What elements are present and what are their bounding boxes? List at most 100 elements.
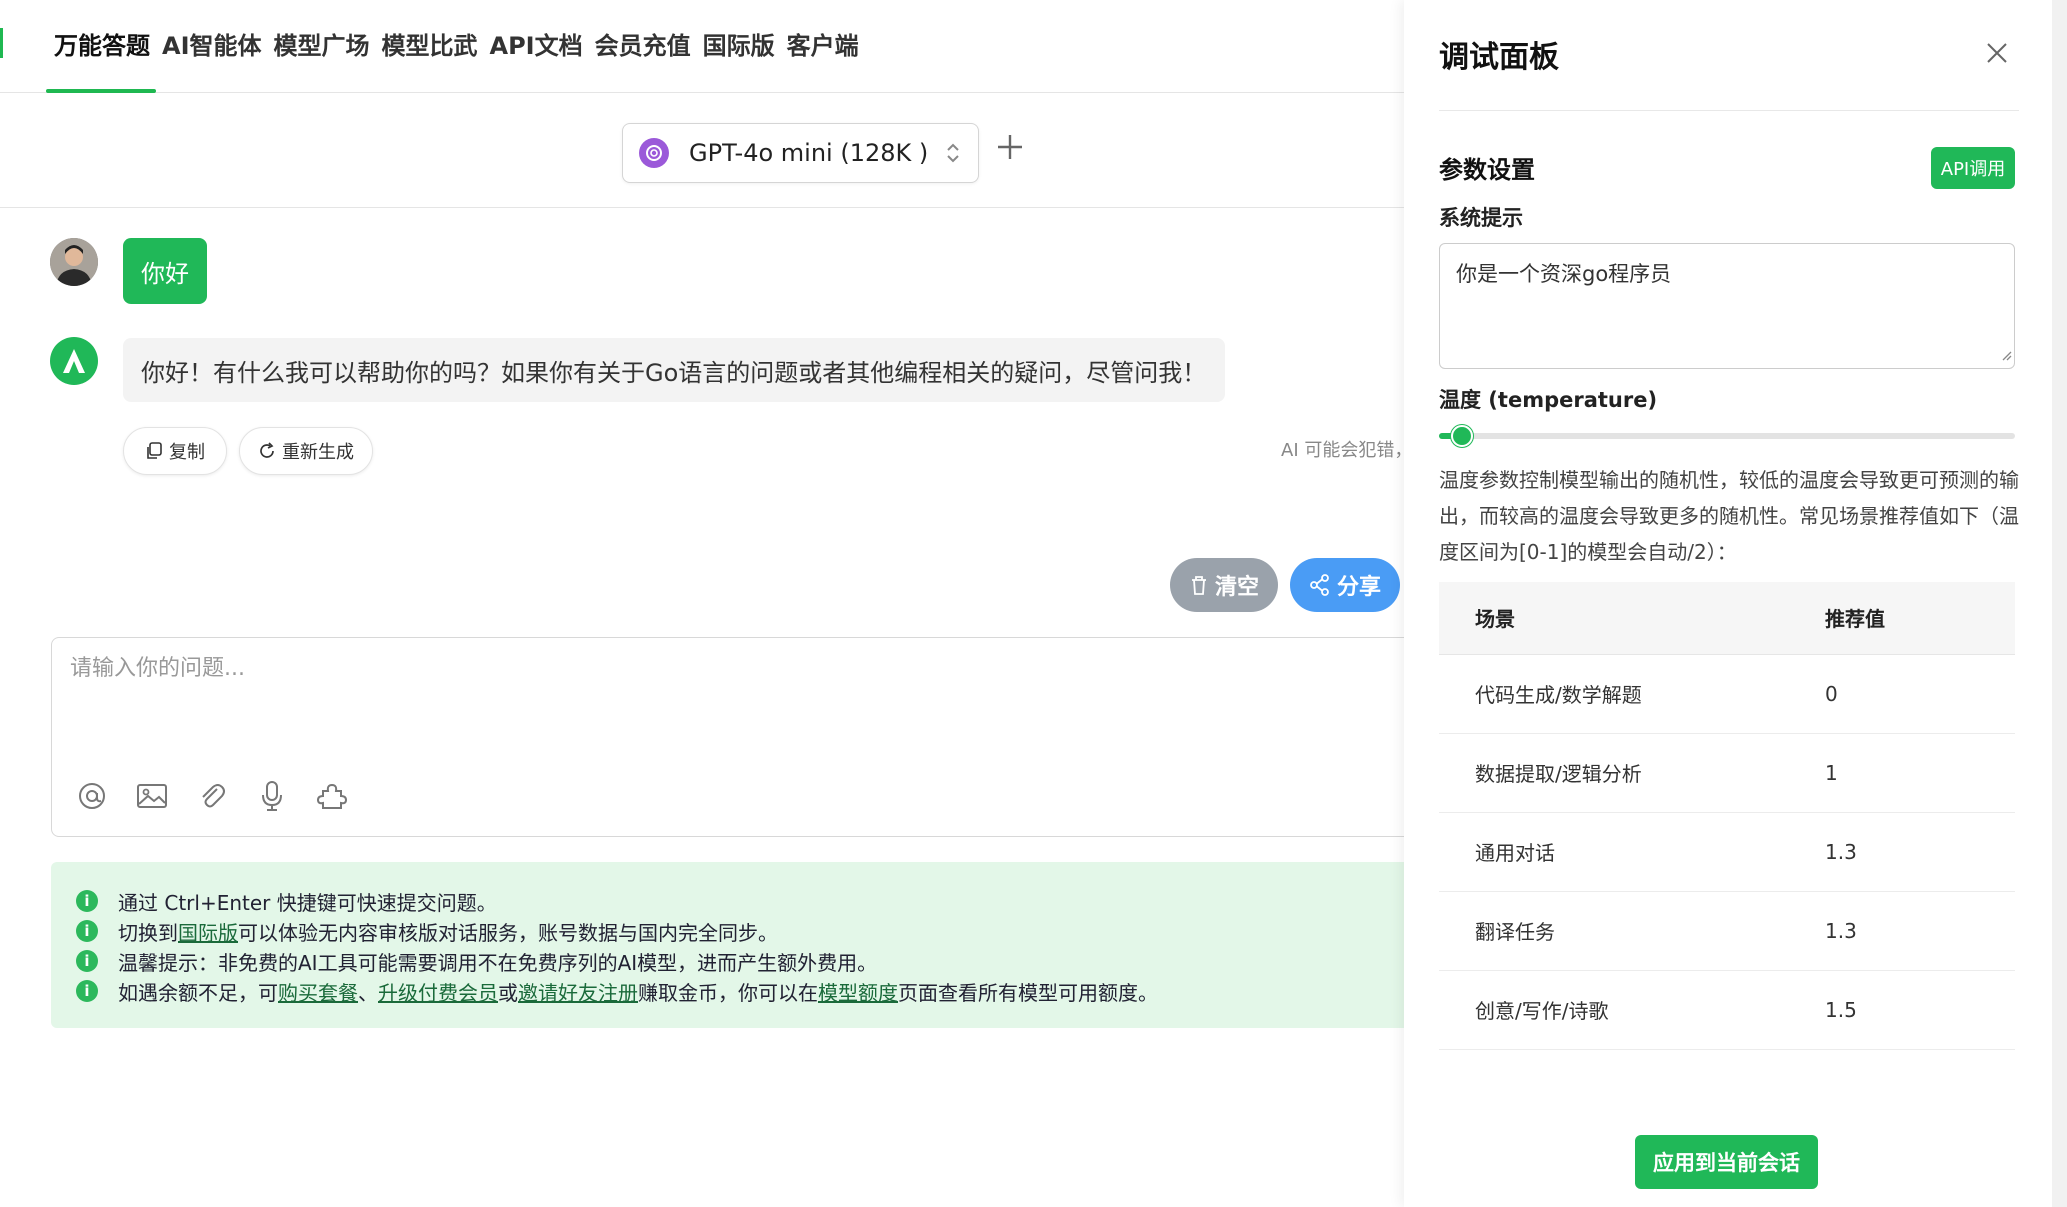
close-icon[interactable] — [1982, 38, 2012, 68]
temperature-slider[interactable] — [1439, 425, 2015, 447]
scene-cell: 翻译任务 — [1439, 891, 1825, 971]
info-icon: i — [76, 950, 98, 972]
value-cell: 1 — [1825, 733, 2015, 813]
tip-text: 如遇余额不足，可 — [118, 980, 278, 1005]
international-link[interactable]: 国际版 — [178, 917, 238, 946]
column-header-value: 推荐值 — [1825, 582, 2015, 655]
tip-cost-warning: i 温馨提示：非免费的AI工具可能需要调用不在免费序列的AI模型，进而产生额外费… — [76, 946, 1411, 976]
table-row: 创意/写作/诗歌 1.5 — [1439, 970, 2015, 1050]
brand-mark — [0, 28, 3, 58]
system-prompt-value: 你是一个资深go程序员 — [1456, 262, 1672, 286]
tab-model-square[interactable]: 模型广场 — [268, 26, 376, 66]
value-cell: 1.5 — [1825, 970, 2015, 1050]
plugin-icon[interactable] — [314, 778, 350, 814]
slider-thumb[interactable] — [1451, 425, 1473, 447]
recommendation-table: 场景 推荐值 代码生成/数学解题 0 数据提取/逻辑分析 1 通用对话 1.3 — [1439, 582, 2015, 1050]
clear-button[interactable]: 清空 — [1170, 558, 1278, 612]
buy-package-link[interactable]: 购买套餐 — [278, 977, 358, 1006]
model-name: GPT-4o mini (128K ) — [689, 139, 929, 167]
assistant-message: 你好！有什么我可以帮助你的吗？如果你有关于Go语言的问题或者其他编程相关的疑问，… — [123, 338, 1225, 402]
copy-button[interactable]: 复制 — [123, 427, 227, 475]
ai-warning-text: AI 可能会犯错， — [1281, 440, 1404, 461]
tab-international[interactable]: 国际版 — [697, 26, 781, 66]
copy-icon — [147, 442, 162, 459]
add-model-button[interactable] — [992, 129, 1028, 165]
clear-label: 清空 — [1214, 575, 1259, 600]
input-toolbar — [74, 778, 374, 814]
page-scrollbar[interactable] — [2052, 0, 2067, 1207]
scene-cell: 创意/写作/诗歌 — [1439, 970, 1825, 1050]
tip-shortcut: i 通过 Ctrl+Enter 快捷键可快速提交问题。 — [76, 886, 1411, 916]
share-button[interactable]: 分享 — [1290, 558, 1400, 612]
tab-api-docs[interactable]: API文档 — [484, 26, 589, 66]
model-select[interactable]: GPT-4o mini (128K ) — [622, 123, 979, 183]
regenerate-label: 重新生成 — [282, 442, 354, 463]
share-label: 分享 — [1336, 575, 1381, 600]
temperature-label: 温度 (temperature) — [1439, 388, 1658, 412]
regenerate-button[interactable]: 重新生成 — [239, 427, 373, 475]
user-message: 你好 — [123, 238, 207, 304]
nav-tabs: 万能答题 AI智能体 模型广场 模型比武 API文档 会员充值 国际版 客户端 — [48, 26, 865, 66]
info-icon: i — [76, 920, 98, 942]
image-icon[interactable] — [134, 778, 170, 814]
system-prompt-field[interactable]: 你是一个资深go程序员 — [1439, 243, 2015, 369]
ai-avatar — [50, 337, 98, 385]
table-row: 通用对话 1.3 — [1439, 812, 2015, 892]
info-icon: i — [76, 890, 98, 912]
temperature-description: 温度参数控制模型输出的随机性，较低的温度会导致更可预测的输出，而较高的温度会导致… — [1439, 468, 2019, 564]
tab-answer[interactable]: 万能答题 — [48, 26, 156, 66]
microphone-icon[interactable] — [254, 778, 290, 814]
upgrade-member-link[interactable]: 升级付费会员 — [378, 977, 498, 1006]
tip-text: 或 — [498, 980, 518, 1005]
tip-text: 温馨提示：非免费的AI工具可能需要调用不在免费序列的AI模型，进而产生额外费用。 — [118, 950, 878, 975]
value-cell: 1.3 — [1825, 891, 2015, 971]
value-cell: 0 — [1825, 654, 2015, 734]
table-row: 翻译任务 1.3 — [1439, 891, 2015, 971]
trash-icon — [1191, 576, 1206, 595]
input-placeholder: 请输入你的问题... — [70, 656, 245, 681]
openai-logo-icon — [639, 138, 669, 168]
tip-text: 通过 Ctrl+Enter 快捷键可快速提交问题。 — [118, 890, 497, 915]
tip-text: 、 — [358, 980, 378, 1005]
section-title: 参数设置 — [1439, 156, 1535, 184]
table-row: 数据提取/逻辑分析 1 — [1439, 733, 2015, 813]
tab-model-arena[interactable]: 模型比武 — [376, 26, 484, 66]
scene-cell: 数据提取/逻辑分析 — [1439, 733, 1825, 813]
value-cell: 1.3 — [1825, 812, 2015, 892]
scene-cell: 代码生成/数学解题 — [1439, 654, 1825, 734]
paperclip-icon[interactable] — [194, 778, 230, 814]
resize-handle-icon[interactable] — [2000, 342, 2012, 366]
tip-balance: i 如遇余额不足，可 购买套餐 、 升级付费会员 或 邀请好友注册 赚取金币，你… — [76, 976, 1411, 1006]
question-input[interactable]: 请输入你的问题... — [51, 637, 1431, 837]
tip-international: i 切换到 国际版 可以体验无内容审核版对话服务，账号数据与国内完全同步。 — [76, 916, 1411, 946]
tab-ai-agent[interactable]: AI智能体 — [156, 26, 268, 66]
info-icon: i — [76, 980, 98, 1002]
user-avatar — [50, 238, 98, 286]
system-prompt-label: 系统提示 — [1439, 206, 1523, 230]
table-header-row: 场景 推荐值 — [1439, 582, 2015, 655]
tab-client[interactable]: 客户端 — [781, 26, 865, 66]
tips-box: i 通过 Ctrl+Enter 快捷键可快速提交问题。 i 切换到 国际版 可以… — [51, 862, 1411, 1028]
tip-text: 切换到 — [118, 920, 178, 945]
share-icon — [1310, 574, 1329, 596]
panel-title: 调试面板 — [1439, 40, 1559, 75]
app-root: 万能答题 AI智能体 模型广场 模型比武 API文档 会员充值 国际版 客户端 … — [0, 0, 2067, 1207]
at-icon[interactable] — [74, 778, 110, 814]
panel-divider — [1439, 110, 2019, 111]
refresh-icon — [260, 442, 274, 458]
model-quota-link[interactable]: 模型额度 — [818, 977, 898, 1006]
chevron-updown-icon — [946, 140, 960, 170]
table-row: 代码生成/数学解题 0 — [1439, 654, 2015, 734]
tip-text: 页面查看所有模型可用额度。 — [898, 980, 1158, 1005]
top-nav: 万能答题 AI智能体 模型广场 模型比武 API文档 会员充值 国际版 客户端 — [0, 0, 1404, 93]
debug-panel: 调试面板 参数设置 API调用 系统提示 你是一个资深go程序员 温度 (tem… — [1404, 0, 2052, 1207]
invite-friends-link[interactable]: 邀请好友注册 — [518, 977, 638, 1006]
copy-label: 复制 — [169, 442, 205, 463]
tab-membership[interactable]: 会员充值 — [589, 26, 697, 66]
apply-to-session-button[interactable]: 应用到当前会话 — [1635, 1135, 1818, 1189]
api-call-button[interactable]: API调用 — [1931, 147, 2015, 189]
tip-text: 赚取金币，你可以在 — [638, 980, 818, 1005]
tip-text: 可以体验无内容审核版对话服务，账号数据与国内完全同步。 — [238, 920, 778, 945]
model-bar: GPT-4o mini (128K ) — [0, 93, 1404, 208]
scene-cell: 通用对话 — [1439, 812, 1825, 892]
